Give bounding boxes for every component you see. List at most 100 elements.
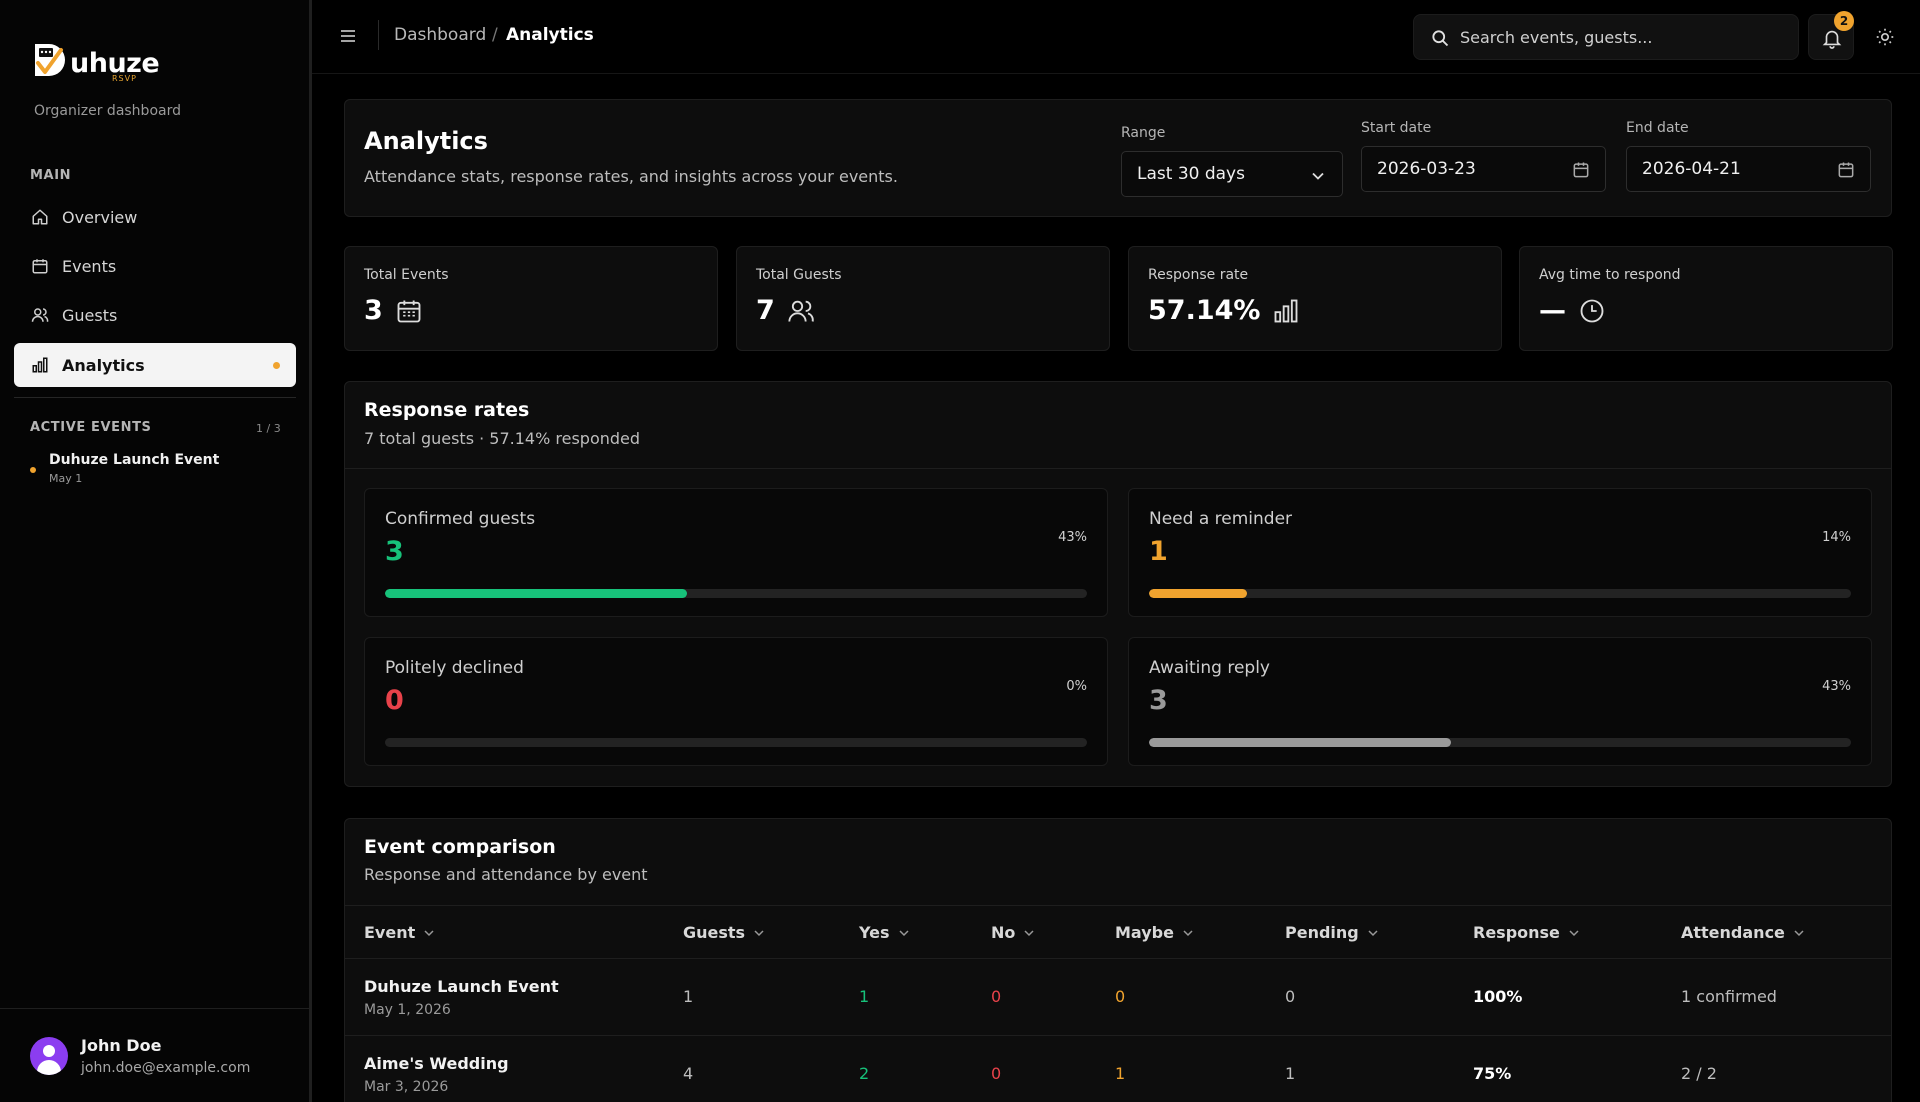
active-indicator-dot	[273, 362, 280, 369]
sidebar-item-analytics[interactable]: Analytics	[14, 343, 296, 387]
event-name[interactable]: Aime's Wedding	[364, 1054, 509, 1073]
section-title: Event comparison	[364, 836, 556, 858]
response-rates-card: Response rates 7 total guests · 57.14% r…	[344, 381, 1892, 787]
table-header: Event Guests Yes No Maybe Pending Respon…	[345, 905, 1891, 959]
logo-icon	[35, 44, 65, 76]
breadcrumb-analytics: Analytics	[506, 25, 594, 45]
column-header-yes[interactable]: Yes	[859, 923, 910, 942]
stat-value-row: 3	[364, 295, 423, 326]
active-event-date: May 1	[49, 472, 83, 485]
sidebar-item-overview[interactable]: Overview	[14, 195, 296, 239]
rate-box-confirmed: Confirmed guests 3 43%	[364, 488, 1108, 617]
column-header-label: Response	[1473, 923, 1560, 942]
logo-subtitle: RSVP	[112, 74, 137, 83]
active-event-name: Duhuze Launch Event	[49, 452, 220, 468]
cell-pending: 1	[1285, 1064, 1296, 1083]
stat-value: 7	[756, 295, 775, 326]
start-date-input[interactable]: 2026-03-23	[1361, 146, 1606, 192]
cell-attendance: 1 confirmed	[1681, 987, 1777, 1006]
chevron-down-icon	[1023, 927, 1035, 939]
range-value: Last 30 days	[1137, 164, 1245, 184]
page-title: Analytics	[364, 127, 488, 155]
menu-toggle-button[interactable]	[338, 26, 358, 46]
home-icon	[30, 207, 50, 227]
table-row[interactable]: Aime's Wedding Mar 3, 2026 4 2 0 1 1 75%…	[345, 1036, 1891, 1102]
theme-toggle-button[interactable]	[1874, 26, 1896, 48]
logo[interactable]: uhuze	[32, 38, 160, 84]
column-header-no[interactable]: No	[991, 923, 1035, 942]
rate-box-declined: Politely declined 0 0%	[364, 637, 1108, 766]
chevron-down-icon	[1793, 927, 1805, 939]
progress-track	[385, 738, 1087, 747]
column-header-event[interactable]: Event	[364, 923, 435, 942]
main-section-label: MAIN	[30, 168, 72, 183]
rate-box-reminder: Need a reminder 1 14%	[1128, 488, 1872, 617]
progress-fill	[1149, 738, 1451, 747]
end-date-value: 2026-04-21	[1642, 159, 1741, 179]
calendar-icon	[1573, 162, 1589, 178]
rate-percent: 43%	[1822, 679, 1851, 694]
range-label: Range	[1121, 125, 1166, 141]
user-profile[interactable]: John Doe john.doe@example.com	[0, 1008, 309, 1102]
start-date-value: 2026-03-23	[1377, 159, 1476, 179]
sidebar-item-label: Overview	[62, 207, 138, 227]
cell-yes: 2	[859, 1064, 870, 1083]
rate-label: Awaiting reply	[1149, 658, 1270, 678]
cell-yes: 1	[859, 987, 870, 1006]
breadcrumb-separator: /	[492, 25, 498, 45]
rate-value: 1	[1149, 536, 1168, 567]
search-icon	[1432, 30, 1449, 47]
column-header-maybe[interactable]: Maybe	[1115, 923, 1194, 942]
stat-label: Total Events	[364, 267, 449, 283]
search-input[interactable]	[1460, 15, 1790, 59]
section-subtitle: Response and attendance by event	[364, 865, 648, 884]
analytics-header-card: Analytics Attendance stats, response rat…	[344, 99, 1892, 217]
cell-maybe: 0	[1115, 987, 1126, 1006]
search-box[interactable]	[1413, 14, 1799, 60]
stat-label: Total Guests	[756, 267, 842, 283]
cell-guests: 1	[683, 987, 694, 1006]
sidebar-item-label: Events	[62, 256, 117, 276]
progress-track	[385, 589, 1087, 598]
column-header-attendance[interactable]: Attendance	[1681, 923, 1805, 942]
stat-card-avg-time: Avg time to respond —	[1519, 246, 1893, 351]
chevron-down-icon	[1367, 927, 1379, 939]
cell-no: 0	[991, 1064, 1002, 1083]
calendar-icon	[395, 297, 423, 325]
event-comparison-card: Event comparison Response and attendance…	[344, 818, 1892, 1102]
calendar-icon	[30, 256, 50, 276]
chevron-down-icon	[423, 927, 435, 939]
sidebar-item-events[interactable]: Events	[14, 244, 296, 288]
chevron-down-icon	[1182, 927, 1194, 939]
sidebar-item-label: Analytics	[62, 355, 145, 375]
column-header-pending[interactable]: Pending	[1285, 923, 1379, 942]
active-events-label: ACTIVE EVENTS	[30, 420, 152, 435]
sidebar-item-guests[interactable]: Guests	[14, 293, 296, 337]
avatar	[30, 1037, 68, 1075]
column-header-label: No	[991, 923, 1016, 942]
rate-value: 0	[385, 685, 404, 716]
column-header-response[interactable]: Response	[1473, 923, 1580, 942]
calendar-icon	[1838, 162, 1854, 178]
stat-value: 57.14%	[1148, 295, 1261, 326]
breadcrumb-dashboard[interactable]: Dashboard	[394, 25, 486, 45]
users-icon	[787, 297, 815, 325]
start-date-label: Start date	[1361, 120, 1432, 136]
bar-chart-icon	[30, 355, 50, 375]
stat-card-total-events: Total Events 3	[344, 246, 718, 351]
rate-label: Confirmed guests	[385, 509, 536, 529]
sun-icon	[1876, 28, 1894, 46]
rate-box-awaiting: Awaiting reply 3 43%	[1128, 637, 1872, 766]
table-row[interactable]: Duhuze Launch Event May 1, 2026 1 1 0 0 …	[345, 959, 1891, 1036]
column-header-guests[interactable]: Guests	[683, 923, 765, 942]
event-name[interactable]: Duhuze Launch Event	[364, 977, 559, 996]
column-header-label: Maybe	[1115, 923, 1174, 942]
range-select[interactable]: Last 30 days	[1121, 151, 1343, 197]
end-date-input[interactable]: 2026-04-21	[1626, 146, 1871, 192]
chevron-down-icon	[1568, 927, 1580, 939]
section-title: Response rates	[364, 399, 530, 421]
cell-response: 100%	[1473, 987, 1523, 1006]
stat-card-total-guests: Total Guests 7	[736, 246, 1110, 351]
stat-value-row: 7	[756, 295, 815, 326]
rate-label: Need a reminder	[1149, 509, 1293, 529]
